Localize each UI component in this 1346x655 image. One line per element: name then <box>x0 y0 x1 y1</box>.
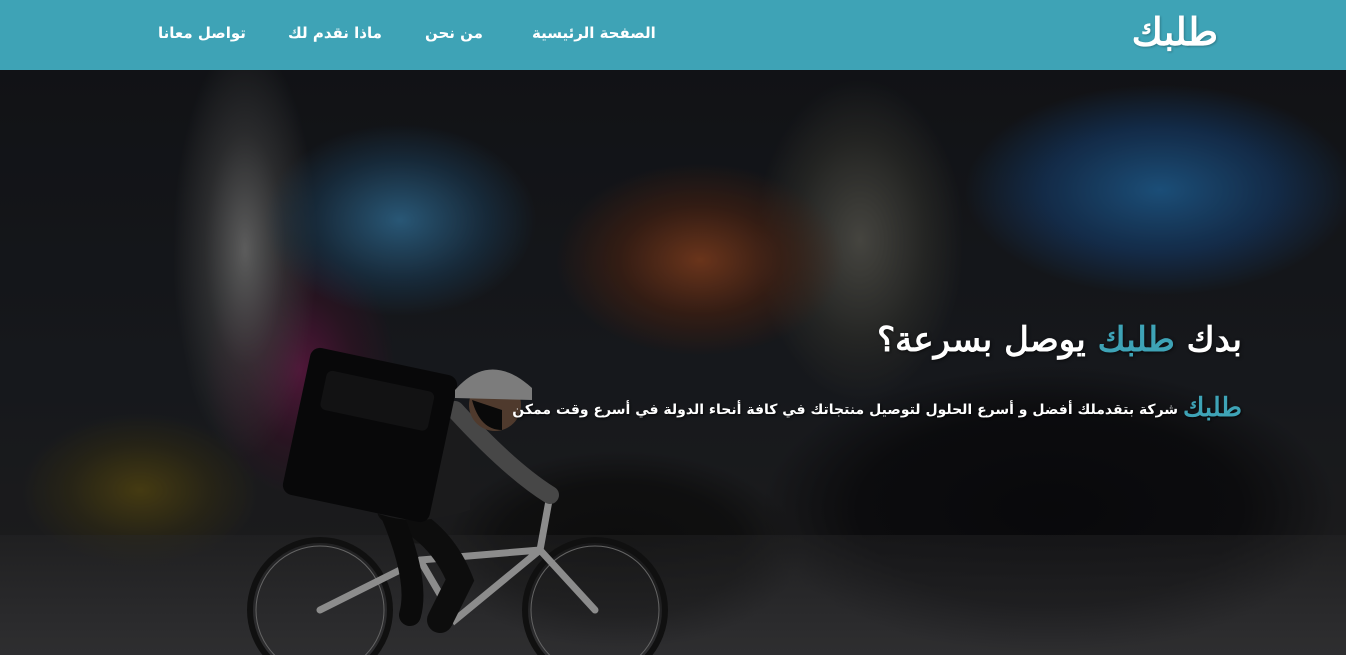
nav-link-home[interactable]: الصفحة الرئيسية <box>532 22 656 44</box>
nav-link-contact[interactable]: تواصل معانا <box>158 22 246 44</box>
brand-logo[interactable]: طلبك <box>1132 6 1218 58</box>
subtitle-text: شركة بتقدملك أفضل و أسرع الحلول لتوصيل م… <box>512 402 1179 418</box>
nav-link-about[interactable]: من نحن <box>425 22 483 44</box>
hero-section: بدك طلبك يوصل بسرعة؟ طلبك شركة بتقدملك أ… <box>0 70 1346 655</box>
top-navbar: طلبك الصفحة الرئيسية من نحن ماذا نقدم لك… <box>0 0 1346 70</box>
hero-subtitle: طلبك شركة بتقدملك أفضل و أسرع الحلول لتو… <box>512 388 1242 430</box>
nav-link-services[interactable]: ماذا نقدم لك <box>288 22 382 44</box>
headline-start: بدك <box>1186 320 1242 360</box>
headline-end: يوصل بسرعة؟ <box>877 320 1086 360</box>
subtitle-brand: طلبك <box>1182 393 1242 423</box>
headline-brand: طلبك <box>1097 320 1175 360</box>
hero-headline: بدك طلبك يوصل بسرعة؟ <box>877 316 1242 364</box>
